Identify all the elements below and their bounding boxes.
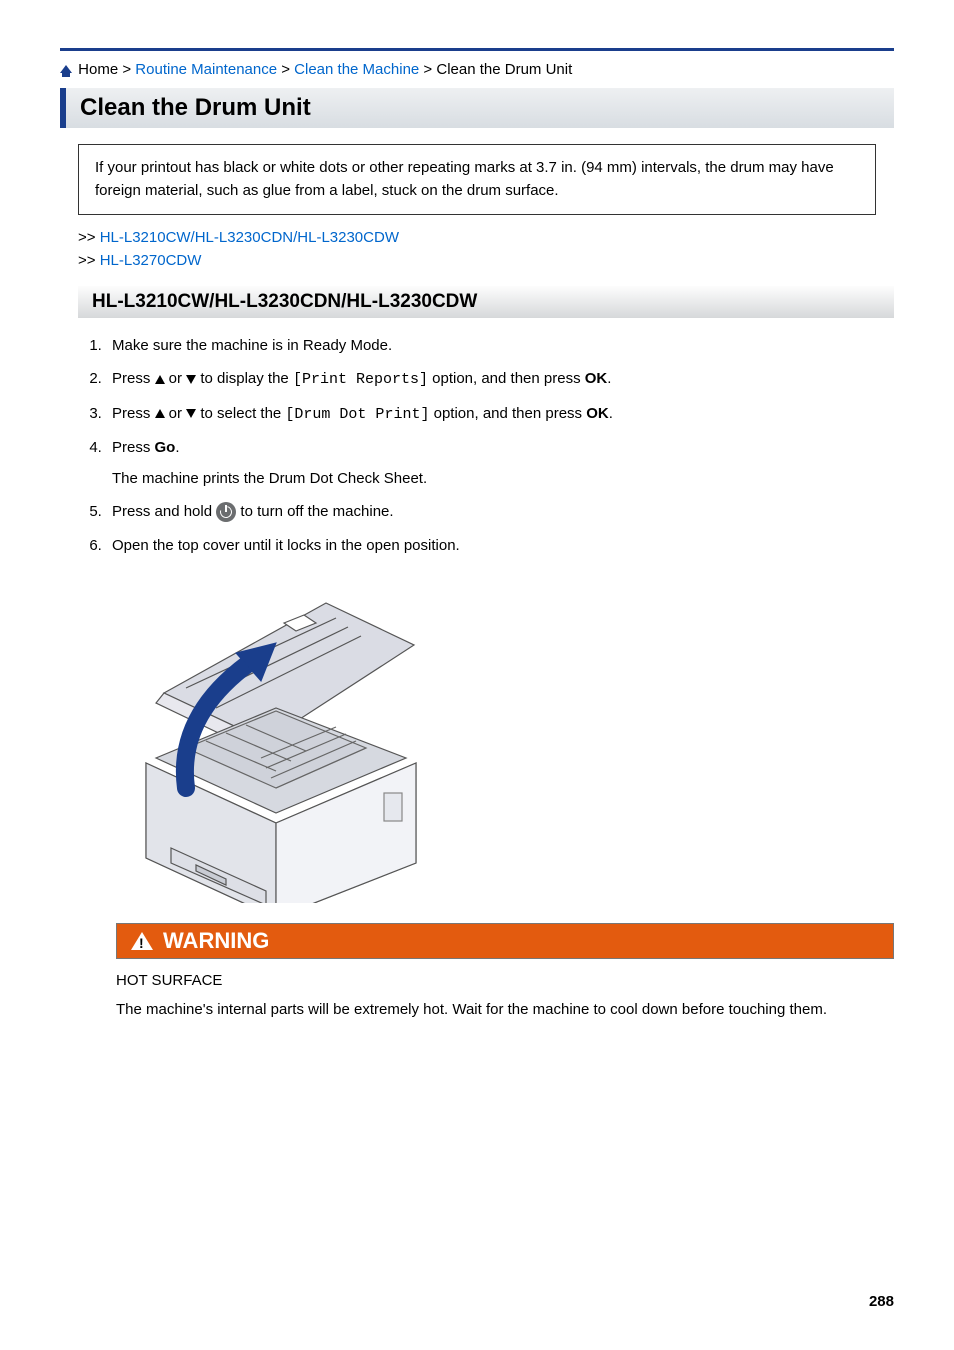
down-arrow-icon (186, 375, 196, 384)
link-prefix: >> (78, 229, 100, 246)
section-header: HL-L3210CW/HL-L3230CDN/HL-L3230CDW (78, 286, 894, 318)
breadcrumb-sep: > (118, 61, 135, 78)
power-icon (216, 502, 236, 522)
warning-body: HOT SURFACE The machine's internal parts… (116, 969, 894, 1022)
step-2-text-c: to display the (196, 370, 293, 387)
breadcrumb: Home > Routine Maintenance > Clean the M… (60, 61, 894, 78)
home-icon (60, 65, 72, 73)
breadcrumb-home[interactable]: Home (78, 61, 118, 78)
page-title: Clean the Drum Unit (80, 94, 880, 122)
note-text: If your printout has black or white dots… (95, 159, 834, 199)
step-2-text-a: Press (112, 370, 155, 387)
step-2-text-e: . (607, 370, 611, 387)
step-4-text-b: . (175, 439, 179, 456)
step-1-text: Make sure the machine is in Ready Mode. (112, 337, 392, 354)
warning-text: The machine's internal parts will be ext… (116, 998, 894, 1021)
warning-label: WARNING (163, 928, 269, 954)
page-title-bar: Clean the Drum Unit (60, 88, 894, 128)
ok-label: OK (586, 405, 609, 422)
model-quick-links: >> HL-L3210CW/HL-L3230CDN/HL-L3230CDW >>… (78, 227, 894, 272)
breadcrumb-sep: > (419, 61, 436, 78)
up-arrow-icon (155, 409, 165, 418)
step-3: Press or to select the [Drum Dot Print] … (106, 402, 894, 426)
step-3-text-e: . (609, 405, 613, 422)
go-label: Go (155, 439, 176, 456)
breadcrumb-routine[interactable]: Routine Maintenance (135, 61, 277, 78)
step-3-text-b: or (165, 405, 187, 422)
printer-open-cover-diagram (116, 573, 426, 903)
warning-bar: WARNING (116, 923, 894, 959)
step-2-text-b: or (165, 370, 187, 387)
step-2: Press or to display the [Print Reports] … (106, 367, 894, 391)
top-rule (60, 48, 894, 51)
step-3-text-d: option, and then press (429, 405, 586, 422)
step-6: Open the top cover until it locks in the… (106, 534, 894, 557)
breadcrumb-clean-machine[interactable]: Clean the Machine (294, 61, 419, 78)
step-5-text-b: to turn off the machine. (236, 503, 393, 520)
step-3-code: [Drum Dot Print] (285, 406, 429, 423)
breadcrumb-current: Clean the Drum Unit (436, 61, 572, 78)
up-arrow-icon (155, 375, 165, 384)
step-3-text-a: Press (112, 405, 155, 422)
step-2-text-d: option, and then press (428, 370, 585, 387)
model-link-2[interactable]: HL-L3270CDW (100, 252, 202, 269)
breadcrumb-sep: > (277, 61, 294, 78)
step-4-text-a: Press (112, 439, 155, 456)
step-6-text: Open the top cover until it locks in the… (112, 537, 460, 554)
page-number: 288 (869, 1293, 894, 1310)
step-2-code: [Print Reports] (293, 371, 428, 388)
step-1: Make sure the machine is in Ready Mode. (106, 334, 894, 357)
step-4-sub: The machine prints the Drum Dot Check Sh… (112, 467, 894, 490)
warning-triangle-icon (131, 932, 153, 950)
model-link-1[interactable]: HL-L3210CW/HL-L3230CDN/HL-L3230CDW (100, 229, 399, 246)
step-4: Press Go. The machine prints the Drum Do… (106, 436, 894, 491)
steps-list: Make sure the machine is in Ready Mode. … (78, 334, 894, 557)
ok-label: OK (585, 370, 608, 387)
down-arrow-icon (186, 409, 196, 418)
hot-surface-label: HOT SURFACE (116, 969, 894, 992)
step-3-text-c: to select the (196, 405, 285, 422)
note-box: If your printout has black or white dots… (78, 144, 876, 215)
step-5: Press and hold to turn off the machine. (106, 500, 894, 523)
step-5-text-a: Press and hold (112, 503, 216, 520)
link-prefix: >> (78, 252, 100, 269)
